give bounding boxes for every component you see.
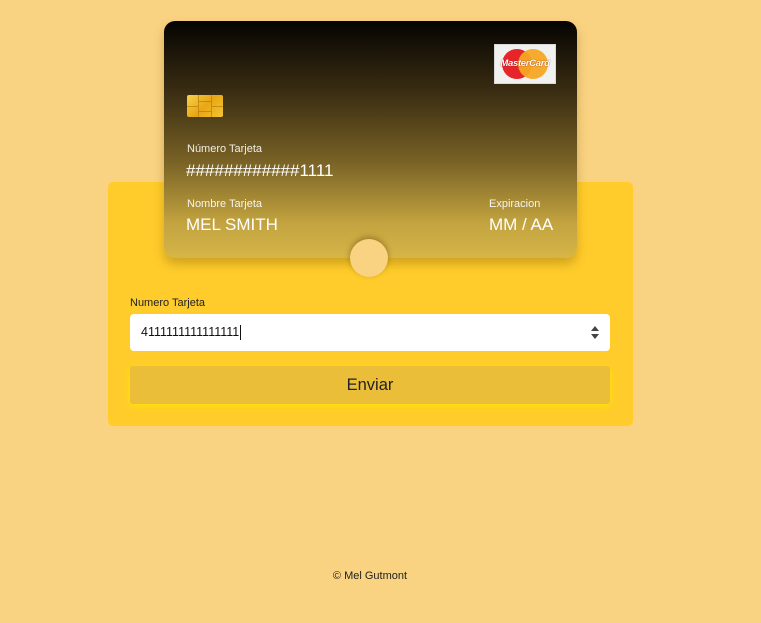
card-notch: [350, 239, 388, 277]
footer-credit: © Mel Gutmont: [332, 570, 408, 582]
card-expiry-display: MM / AA: [489, 215, 554, 234]
chip-line: [198, 111, 211, 112]
chip-line: [198, 101, 211, 102]
page: MasterCard Número Tarjeta ############11…: [0, 0, 761, 623]
card-number-input[interactable]: 4111111111111111: [130, 314, 610, 351]
card-number-label: Número Tarjeta: [187, 143, 262, 155]
chip-icon: [187, 95, 223, 117]
card-expiry-label: Expiracion: [489, 198, 541, 210]
number-field-label: Numero Tarjeta: [130, 297, 205, 309]
number-spinner[interactable]: [591, 325, 599, 340]
mastercard-logo: MasterCard: [494, 44, 556, 84]
text-caret: [240, 325, 242, 341]
card-number-input-value: 4111111111111111: [141, 325, 240, 339]
card-name-label: Nombre Tarjeta: [187, 198, 262, 210]
spinner-up-icon[interactable]: [591, 326, 599, 331]
submit-button[interactable]: Enviar: [130, 366, 610, 404]
card-number-display: ############1111: [186, 161, 334, 180]
logo-text: MasterCard: [500, 58, 550, 69]
chip-line: [187, 106, 198, 107]
chip-line: [212, 106, 223, 107]
spinner-down-icon[interactable]: [591, 334, 599, 339]
card-name-display: MEL SMITH: [186, 215, 278, 234]
credit-card-preview: MasterCard Número Tarjeta ############11…: [164, 21, 577, 258]
chip-line: [198, 95, 199, 117]
